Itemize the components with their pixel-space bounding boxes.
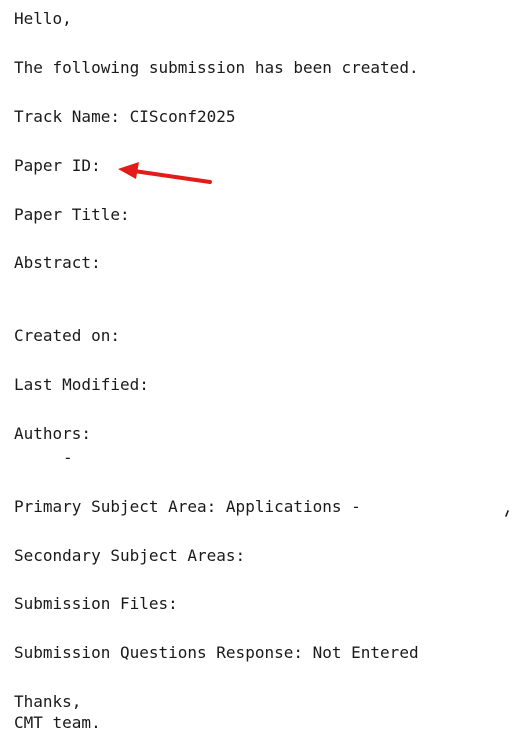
- created-on: Created on:: [14, 326, 120, 345]
- last-modified: Last Modified:: [14, 375, 149, 394]
- track-name: Track Name: CISconf2025: [14, 107, 236, 126]
- signature: CMT team.: [14, 713, 101, 732]
- paper-title: Paper Title:: [14, 205, 130, 224]
- submission-files: Submission Files:: [14, 594, 178, 613]
- primary-subject-area: Primary Subject Area: Applications -: [14, 497, 361, 516]
- abstract: Abstract:: [14, 253, 101, 272]
- paper-id: Paper ID:: [14, 156, 101, 175]
- intro-text: The following submission has been create…: [14, 58, 419, 77]
- secondary-subject-areas: Secondary Subject Areas:: [14, 546, 246, 565]
- author-entry: -: [63, 448, 73, 467]
- authors: Authors:: [14, 424, 92, 443]
- thanks: Thanks,: [14, 692, 82, 711]
- greeting: Hello,: [14, 9, 72, 28]
- questions-response: Submission Questions Response: Not Enter…: [14, 643, 419, 662]
- red-arrow-icon: [118, 162, 212, 184]
- cropped-glyph-icon: [505, 510, 509, 517]
